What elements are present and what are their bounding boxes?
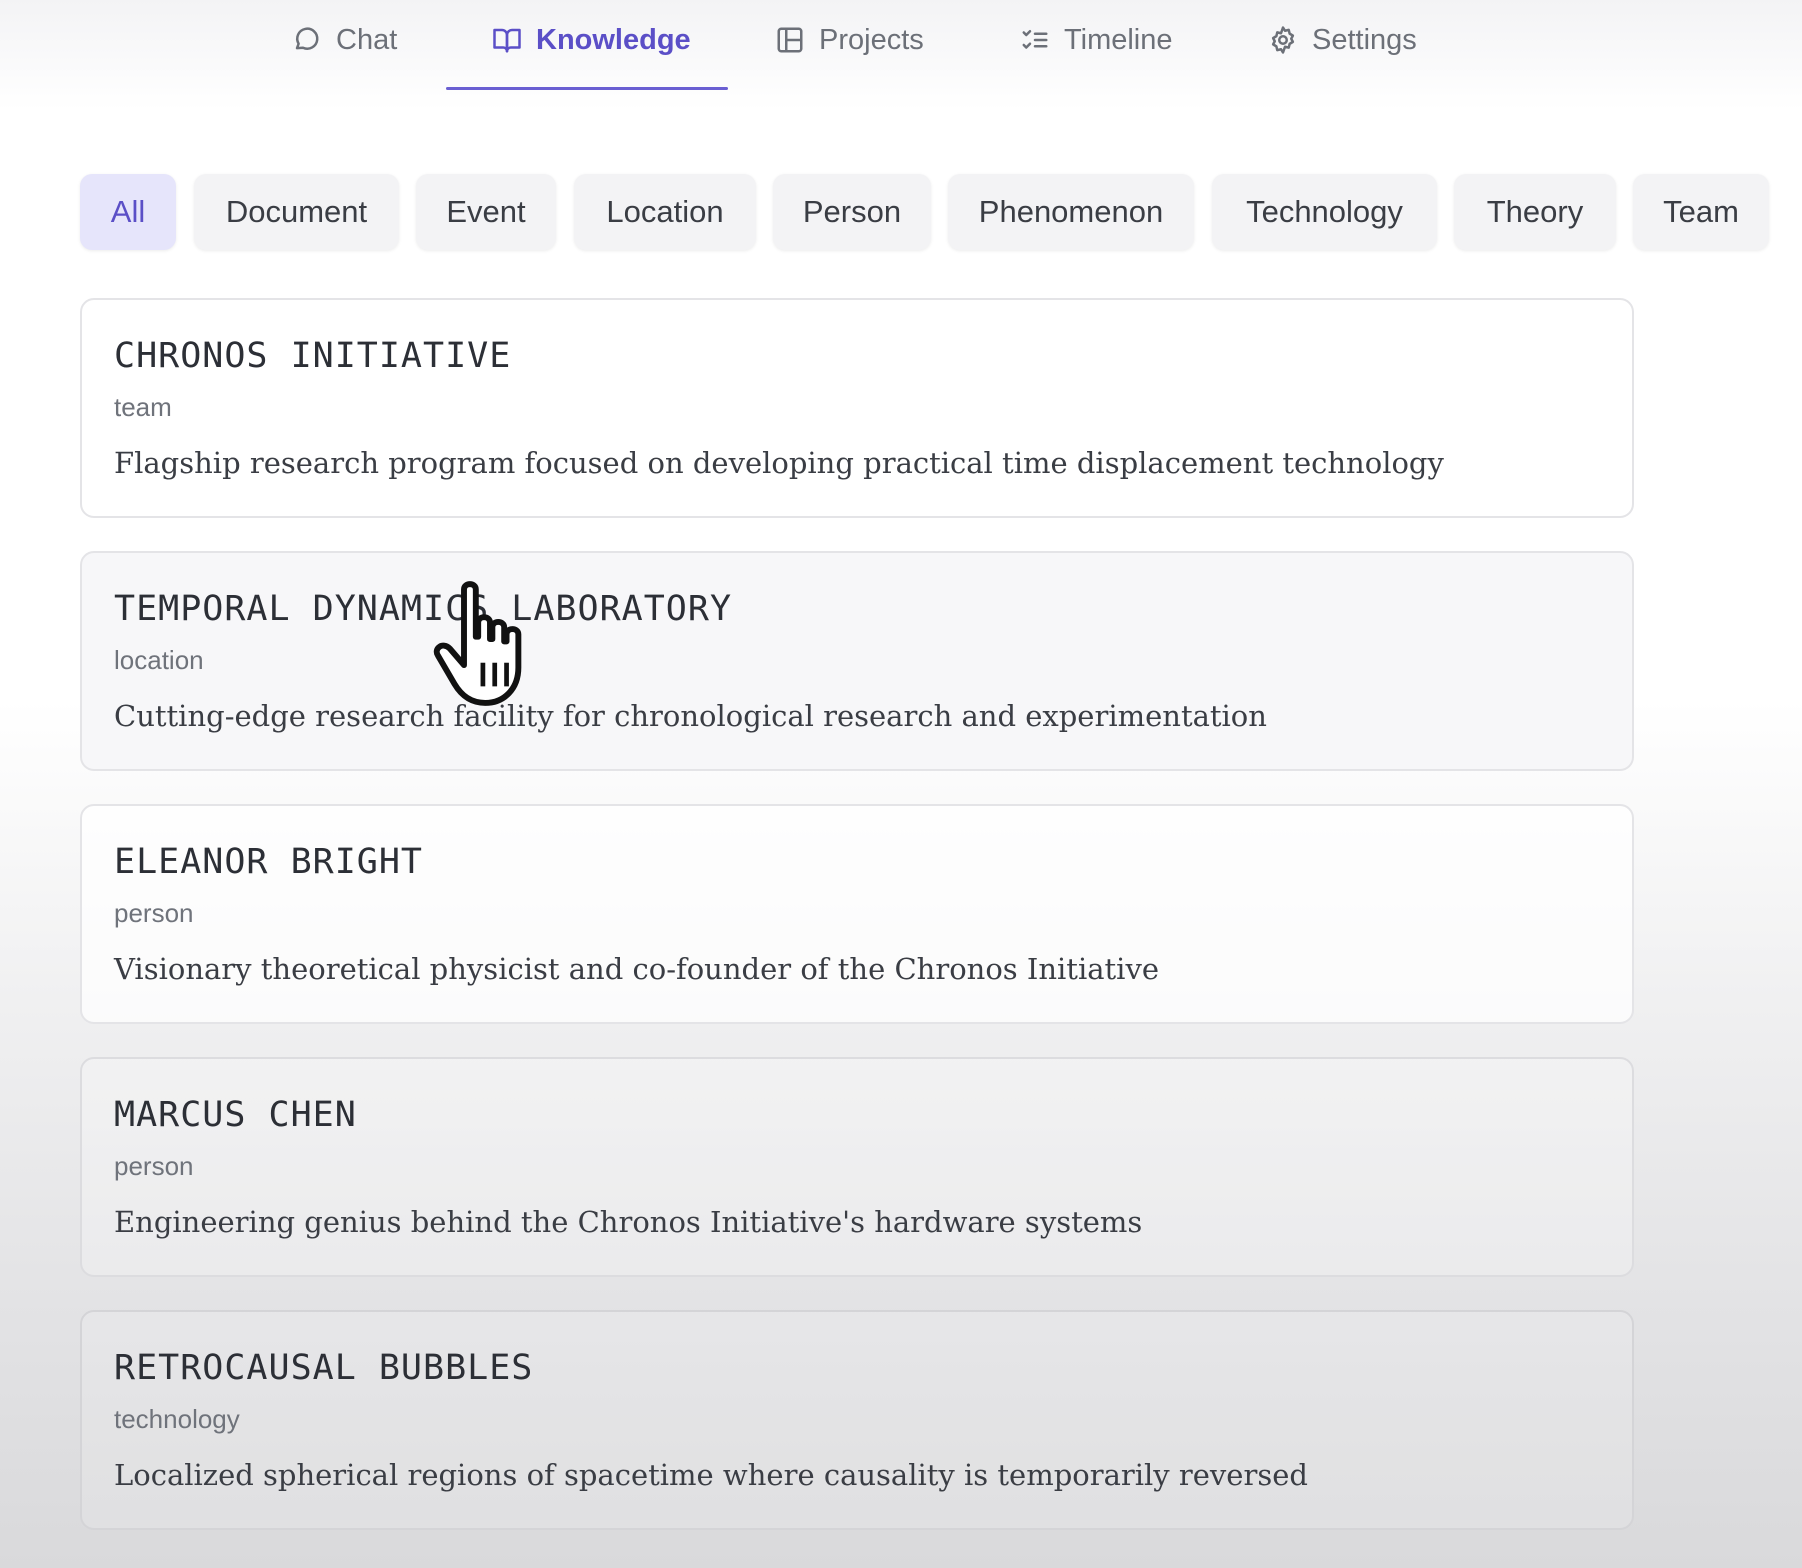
gear-icon [1271, 26, 1295, 54]
filter-chip-theory[interactable]: Theory [1454, 174, 1616, 250]
layout-panel-icon [777, 27, 803, 53]
entity-title: CHRONOS INITIATIVE [114, 336, 512, 376]
top-nav: Chat Knowledge Projects Timeline Setting… [0, 0, 1802, 110]
active-tab-indicator [446, 87, 728, 90]
filter-chip-document[interactable]: Document [194, 174, 399, 250]
entity-title: TEMPORAL DYNAMICS LABORATORY [114, 589, 733, 629]
book-open-icon [493, 28, 521, 53]
entity-title: MARCUS CHEN [114, 1095, 357, 1135]
filter-chip-event[interactable]: Event [416, 174, 556, 250]
entity-type: team [114, 392, 172, 422]
filter-chip-all[interactable]: All [80, 174, 176, 250]
entity-type: technology [114, 1404, 240, 1434]
tab-knowledge[interactable]: Knowledge [492, 0, 691, 80]
entity-card[interactable]: RETROCAUSAL BUBBLES technology Localized… [80, 1310, 1634, 1530]
entity-type: person [114, 898, 194, 928]
tab-knowledge-label: Knowledge [536, 23, 691, 56]
tab-chat[interactable]: Chat [292, 0, 397, 80]
entity-card[interactable]: ELEANOR BRIGHT person Visionary theoreti… [80, 804, 1634, 1024]
entity-type: person [114, 1151, 194, 1181]
entity-card[interactable]: CHRONOS INITIATIVE team Flagship researc… [80, 298, 1634, 518]
entity-description: Cutting-edge research facility for chron… [114, 699, 1267, 733]
chat-bubble-icon [295, 27, 319, 50]
filter-chip-location[interactable]: Location [574, 174, 756, 250]
entity-description: Localized spherical regions of spacetime… [114, 1458, 1308, 1492]
filter-chip-phenomenon[interactable]: Phenomenon [948, 174, 1194, 250]
entity-description: Flagship research program focused on dev… [114, 446, 1444, 480]
entity-description: Engineering genius behind the Chronos In… [114, 1205, 1143, 1239]
tab-settings-label: Settings [1312, 23, 1417, 56]
tab-settings[interactable]: Settings [1268, 0, 1417, 80]
entity-type: location [114, 645, 204, 675]
tab-projects-label: Projects [819, 23, 924, 56]
entity-title: ELEANOR BRIGHT [114, 842, 424, 882]
tab-chat-label: Chat [336, 23, 398, 56]
entity-description: Visionary theoretical physicist and co-f… [114, 952, 1159, 986]
filter-chip-team[interactable]: Team [1633, 174, 1769, 250]
tab-timeline-label: Timeline [1064, 23, 1173, 56]
tab-timeline[interactable]: Timeline [1020, 0, 1173, 80]
tab-projects[interactable]: Projects [775, 0, 924, 80]
entity-card[interactable]: MARCUS CHEN person Engineering genius be… [80, 1057, 1634, 1277]
filter-chip-technology[interactable]: Technology [1212, 174, 1437, 250]
list-checks-icon [1022, 30, 1048, 49]
entity-title: RETROCAUSAL BUBBLES [114, 1348, 534, 1388]
filter-chip-person[interactable]: Person [773, 174, 931, 250]
entity-card[interactable]: TEMPORAL DYNAMICS LABORATORY location Cu… [80, 551, 1634, 771]
